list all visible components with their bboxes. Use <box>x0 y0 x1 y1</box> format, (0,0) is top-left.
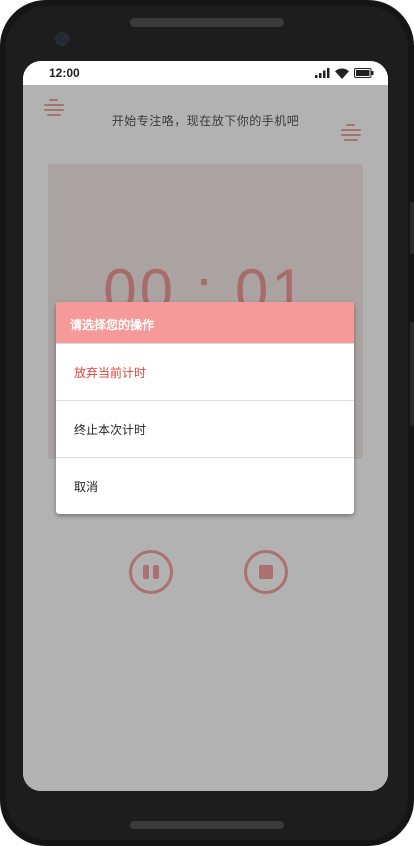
volume-button <box>410 202 414 254</box>
screen: 12:00 开始专注咯，现在放下你的手机吧 00: 01 请选择您的操作 放弃… <box>23 61 388 791</box>
signal-icon <box>315 68 330 78</box>
status-time: 12:00 <box>49 66 80 80</box>
wifi-icon <box>335 68 349 79</box>
power-button <box>410 322 414 426</box>
front-camera <box>55 32 69 46</box>
end-timer-option[interactable]: 终止本次计时 <box>56 400 354 457</box>
focus-page: 开始专注咯，现在放下你的手机吧 00 : 01 请选择您的操作 放弃当前计时 终… <box>23 85 388 791</box>
abandon-timer-option[interactable]: 放弃当前计时 <box>56 343 354 400</box>
dialog-title: 请选择您的操作 <box>56 302 354 343</box>
speaker-bottom <box>130 821 284 829</box>
speaker-top <box>130 18 284 27</box>
cancel-option[interactable]: 取消 <box>56 457 354 514</box>
status-bar: 12:00 <box>23 61 388 85</box>
battery-icon <box>354 68 374 78</box>
action-dialog: 请选择您的操作 放弃当前计时 终止本次计时 取消 <box>56 302 354 514</box>
phone-frame: 12:00 开始专注咯，现在放下你的手机吧 00: 01 请选择您的操作 放弃… <box>0 0 414 846</box>
status-icons <box>315 68 374 79</box>
